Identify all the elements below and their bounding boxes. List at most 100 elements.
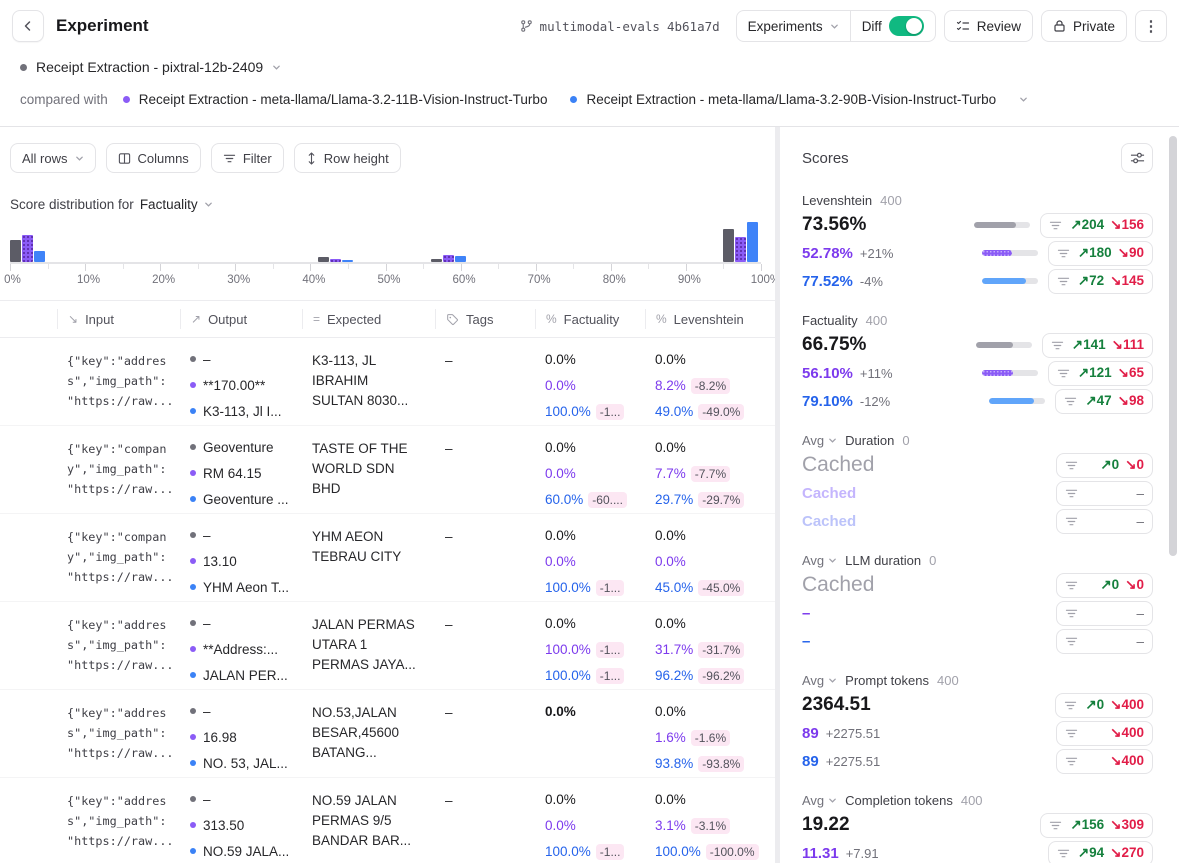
score-bar-fill (989, 398, 1034, 404)
table-row-5[interactable]: {"key":"addres s","img_path": "https://raw… (0, 778, 775, 863)
score-section-header: Avg Duration 0 (802, 429, 1153, 451)
aggregation-selector[interactable]: Avg (802, 433, 837, 448)
score-delta: +2275.51 (825, 753, 881, 769)
column-header-levenshtein[interactable]: % Levenshtein (645, 309, 775, 329)
metric-count: 0 (902, 432, 910, 448)
cell-output: – **Address:... JALAN PER... (180, 602, 302, 689)
review-button[interactable]: Review (943, 10, 1033, 42)
tags-value: – (445, 353, 453, 368)
score-line: 0.0% (655, 553, 767, 579)
filter-badge[interactable]: ↗204 ↘156 (1040, 212, 1153, 238)
filter-badge[interactable]: ↗156 ↘309 (1040, 812, 1153, 838)
axis-tick-label: 100% (750, 274, 775, 286)
score-value: 100.0% (545, 642, 591, 657)
experiment-dot (190, 470, 196, 476)
scrollbar-thumb[interactable] (1169, 136, 1177, 556)
score-value: 66.75% (802, 334, 867, 355)
score-value: 79.10% (802, 392, 853, 410)
scores-sections: Levenshtein 400 73.56% ↗204 ↘156 52.78% +21% ↗1… (802, 189, 1153, 863)
badge-values: ↗47 ↘98 (1085, 393, 1144, 409)
axis-tick (85, 264, 87, 271)
filter-badge[interactable]: ↗47 ↘98 (1055, 388, 1153, 414)
table-row-0[interactable]: {"key":"addres s","img_path": "https://raw… (0, 338, 775, 426)
experiment-dot (190, 848, 196, 854)
score-line: 96.2% -96.2% (655, 667, 767, 689)
badge-values: ↗141 ↘111 (1072, 337, 1144, 353)
score-value: 0.0% (545, 528, 576, 543)
score-value: 11.31 (802, 844, 839, 862)
experiment-dot (190, 672, 196, 678)
diff-toggle[interactable] (888, 16, 924, 36)
filter-badge[interactable]: ↗72 ↘145 (1047, 268, 1153, 294)
table-row-4[interactable]: {"key":"addres s","img_path": "https://raw… (0, 690, 775, 778)
score-bar (981, 250, 1038, 256)
cell-expected: TASTE OF THE WORLD SDN BHD (302, 426, 435, 513)
expected-line: BHD (312, 481, 341, 496)
private-button[interactable]: Private (1040, 10, 1127, 42)
filter-badge[interactable]: ↗94 ↘270 (1047, 840, 1153, 863)
filter-button[interactable]: Filter (210, 143, 284, 173)
filter-badge[interactable]: – (1056, 600, 1153, 626)
filter-badge[interactable]: ↗180 ↘90 (1047, 240, 1153, 266)
filter-badge[interactable]: ↗121 ↘65 (1047, 360, 1153, 386)
row-height-button[interactable]: Row height (293, 143, 401, 173)
experiment-dot (190, 532, 196, 538)
score-row-controls: ↗156 ↘309 (1040, 812, 1153, 838)
table-row-3[interactable]: {"key":"addres s","img_path": "https://raw… (0, 602, 775, 690)
column-header-tags[interactable]: Tags (435, 309, 535, 329)
output-text: YHM Aeon T... (203, 580, 290, 595)
table-row-2[interactable]: {"key":"compan y","img_path": "https://raw… (0, 514, 775, 602)
cell-input: {"key":"compan y","img_path": "https://raw… (57, 514, 180, 601)
improvements-count: ↗0 (1085, 697, 1105, 712)
filter-badge[interactable]: ↗0 ↘0 (1056, 452, 1153, 478)
axis-tick (10, 264, 11, 271)
score-value: 0.0% (545, 466, 576, 481)
experiments-button[interactable]: Experiments (737, 11, 850, 41)
table-row-1[interactable]: {"key":"compan y","img_path": "https://raw… (0, 426, 775, 514)
aggregation-label: Avg (802, 432, 825, 448)
input-line: s","img_path": (67, 374, 167, 388)
column-header-output[interactable]: ↗ Output (180, 309, 302, 329)
diff-badge: -3.1% (690, 818, 731, 834)
axis-tick (122, 264, 124, 269)
filter-badge[interactable]: – (1056, 480, 1153, 506)
filter-badge[interactable]: ↗0 ↘0 (1056, 572, 1153, 598)
filter-badge[interactable]: – (1056, 628, 1153, 654)
columns-button[interactable]: Columns (105, 143, 201, 173)
experiment-dot (190, 408, 196, 414)
rows-filter-button[interactable]: All rows (10, 143, 96, 173)
scores-settings-button[interactable] (1121, 143, 1153, 173)
back-button[interactable] (12, 10, 44, 42)
filter-badge[interactable]: ↘400 (1056, 748, 1153, 774)
aggregation-selector[interactable]: Avg (802, 793, 837, 808)
score-distribution-selector[interactable]: Score distribution for Factuality (10, 197, 775, 212)
base-experiment-selector[interactable]: Receipt Extraction - pixtral-12b-2409 (20, 54, 1159, 80)
score-row: 66.75% ↗141 ↘111 (802, 331, 1153, 359)
filter-badge[interactable]: ↘400 (1056, 720, 1153, 746)
axis-tick (648, 264, 650, 269)
filter-badge[interactable]: ↗0 ↘400 (1055, 692, 1153, 718)
column-header-expected[interactable]: = Expected (302, 309, 435, 329)
aggregation-selector[interactable]: Avg (802, 553, 837, 568)
score-row: 77.52% -4% ↗72 ↘145 (802, 267, 1153, 295)
column-header-input[interactable]: ↘ Input (57, 309, 180, 329)
filter-icon (1065, 637, 1078, 645)
score-value: 1.6% (655, 730, 686, 745)
column-header-factuality[interactable]: % Factuality (535, 309, 645, 329)
axis-tick (347, 264, 349, 269)
aggregation-selector[interactable]: Avg (802, 673, 837, 688)
filter-badge[interactable]: – (1056, 508, 1153, 534)
filter-badge[interactable]: ↗141 ↘111 (1041, 332, 1153, 358)
tags-value: – (445, 441, 453, 456)
score-row-controls: ↗94 ↘270 (1047, 840, 1153, 863)
score-value: 0.0% (545, 616, 576, 631)
more-menu-button[interactable]: ⋮ (1135, 10, 1167, 42)
toggle-knob (905, 18, 922, 34)
filter-icon (1057, 369, 1069, 377)
score-row-controls: ↗121 ↘65 (981, 360, 1153, 386)
score-value: 77.52% (802, 272, 853, 290)
score-line: 0.0% (545, 377, 637, 403)
histogram-bar-series-0 (317, 257, 329, 262)
output-text: RM 64.15 (203, 466, 262, 481)
comparison-selector[interactable]: compared with Receipt Extraction - meta-… (20, 86, 1159, 112)
